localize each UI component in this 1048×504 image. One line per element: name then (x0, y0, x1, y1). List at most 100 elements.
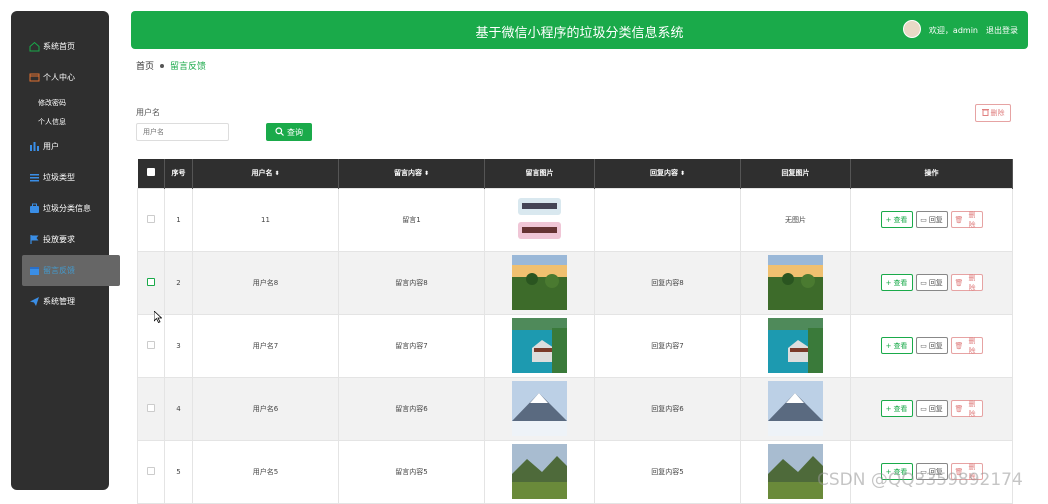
sidebar-item-garbage-type[interactable]: 垃圾类型 (11, 162, 109, 193)
sidebar-item-label: 投放要求 (43, 235, 75, 244)
column-header-content[interactable]: 留言内容 ⬍ (338, 159, 485, 188)
column-header-image: 留言图片 (484, 159, 595, 188)
column-header-reply[interactable]: 回复内容 ⬍ (594, 159, 741, 188)
cell-reply: 回复内容7 (594, 313, 741, 378)
search-label: 用户名 (136, 108, 160, 117)
row-checkbox[interactable] (147, 403, 155, 412)
message-image[interactable] (512, 381, 567, 436)
table-row: 2 用户名8 留言内容8 回复内容8 +查看 ▭回复 � (137, 250, 1013, 315)
row-checkbox[interactable] (147, 340, 155, 349)
sidebar: 系统首页 个人中心 修改密码 个人信息 用户 垃圾类型 垃圾分类信息 投放要求 (11, 11, 120, 490)
reply-image[interactable] (768, 255, 823, 310)
search-icon (275, 126, 284, 138)
app-title: 基于微信小程序的垃圾分类信息系统 (475, 26, 684, 41)
sidebar-item-label: 系统管理 (43, 297, 75, 306)
sidebar-item-users[interactable]: 用户 (11, 131, 109, 162)
flag-icon (29, 234, 40, 245)
table-row: 1 11 留言1 无图片 + 查看 ▭ 回复 🗑 删除 (137, 187, 1013, 252)
sort-icon: ⬍ (274, 170, 280, 178)
plus-icon: + (885, 278, 892, 287)
breadcrumb-separator (160, 63, 165, 68)
message-image[interactable] (512, 318, 567, 373)
cell-username: 11 (192, 187, 339, 252)
sidebar-item-personal-center[interactable]: 个人中心 (11, 62, 109, 93)
cell-username: 用户名6 (192, 376, 339, 441)
delete-button[interactable]: 🗑 删除 (950, 211, 983, 229)
plus-icon: + (885, 215, 892, 224)
message-icon: ▭ (920, 404, 927, 413)
row-checkbox[interactable] (147, 277, 155, 286)
reply-button[interactable]: ▭ 回复 (915, 274, 948, 291)
cell-content: 留言内容8 (338, 250, 485, 315)
table-row: 3 用户名7 留言内容7 回复内容7 + 查看 ▭ 回复 🗑 删除 (137, 313, 1013, 378)
column-header-label: 回复内容 (649, 169, 678, 178)
user-area: 欢迎，admin 退出登录 (902, 20, 1018, 38)
delete-button[interactable]: 🗑 删除 (950, 274, 983, 292)
cell-index: 3 (164, 313, 193, 378)
message-image[interactable] (512, 444, 567, 499)
calendar-icon (29, 265, 40, 276)
reply-button[interactable]: ▭ 回复 (915, 211, 948, 228)
row-checkbox[interactable] (147, 214, 155, 223)
logout-link[interactable]: 退出登录 (986, 25, 1018, 36)
delete-button[interactable]: 🗑 删除 (950, 400, 983, 418)
sidebar-item-system-management[interactable]: 系统管理 (11, 286, 109, 317)
select-all-cell (137, 159, 165, 188)
view-button[interactable]: + 查看 (880, 211, 913, 228)
welcome-text: 欢迎，admin (928, 26, 978, 35)
username-search-input[interactable] (136, 123, 229, 141)
sidebar-item-delivery-requirements[interactable]: 投放要求 (11, 224, 109, 255)
avatar[interactable] (902, 20, 921, 38)
cell-index: 2 (164, 250, 193, 315)
top-header: 基于微信小程序的垃圾分类信息系统 欢迎，admin 退出登录 (131, 11, 1028, 49)
breadcrumb-home[interactable]: 首页 (136, 59, 154, 72)
column-header-username[interactable]: 用户名 ⬍ (192, 159, 339, 188)
bar-chart-icon (29, 141, 40, 152)
list-icon (29, 172, 40, 183)
reply-label: 回复 (928, 278, 943, 287)
reply-image[interactable] (768, 444, 823, 499)
batch-delete-label: 删除 (990, 109, 1005, 117)
reply-image[interactable] (768, 318, 823, 373)
reply-label: 回复 (928, 341, 943, 350)
reply-image[interactable] (768, 381, 823, 436)
reply-button[interactable]: ▭ 回复 (915, 337, 948, 354)
sidebar-item-label: 个人中心 (43, 73, 75, 82)
trash-icon (981, 108, 989, 118)
sidebar-item-label: 用户 (43, 142, 59, 151)
row-checkbox[interactable] (147, 466, 155, 475)
sidebar-item-garbage-info[interactable]: 垃圾分类信息 (11, 193, 109, 224)
view-label: 查看 (893, 404, 908, 413)
watermark: CSDN @QQ3359892174 (817, 470, 1023, 490)
batch-delete-button[interactable]: 删除 (975, 104, 1011, 122)
mouse-cursor-icon (153, 308, 163, 327)
plus-icon: + (885, 341, 892, 350)
cell-index: 4 (164, 376, 193, 441)
message-image[interactable] (512, 255, 567, 310)
delete-button[interactable]: 🗑 删除 (950, 336, 983, 355)
delete-label: 删除 (968, 336, 976, 355)
sidebar-item-label: 垃圾分类信息 (43, 204, 91, 213)
table-header-row: 序号 用户名 ⬍ 留言内容 ⬍ 留言图片 回复内容 ⬍ 回复图片 操作 (137, 159, 1013, 188)
sidebar-subitem-change-password[interactable]: 修改密码 (11, 93, 109, 112)
column-header-label: 用户名 (251, 169, 273, 178)
sidebar-item-feedback[interactable]: 留言反馈 (22, 255, 120, 286)
trash-icon: 🗑 (954, 341, 964, 350)
sidebar-item-home[interactable]: 系统首页 (11, 31, 109, 62)
view-label: 查看 (893, 278, 908, 287)
sidebar-subitem-profile[interactable]: 个人信息 (11, 112, 109, 131)
view-button[interactable]: + 查看 (880, 337, 913, 354)
cell-content: 留言内容6 (338, 376, 485, 441)
message-image[interactable] (512, 192, 567, 247)
cell-username: 用户名8 (192, 250, 339, 315)
view-button[interactable]: + 查看 (880, 274, 913, 291)
view-button[interactable]: + 查看 (880, 400, 913, 417)
home-icon (29, 41, 40, 52)
sidebar-item-label: 垃圾类型 (43, 173, 75, 182)
reply-button[interactable]: ▭ 回复 (915, 400, 948, 417)
sidebar-item-label: 系统首页 (43, 42, 75, 51)
cell-content: 留言1 (338, 187, 485, 252)
cell-index: 1 (164, 187, 193, 252)
select-all-checkbox[interactable] (146, 168, 155, 177)
search-button[interactable]: 查询 (266, 123, 312, 141)
